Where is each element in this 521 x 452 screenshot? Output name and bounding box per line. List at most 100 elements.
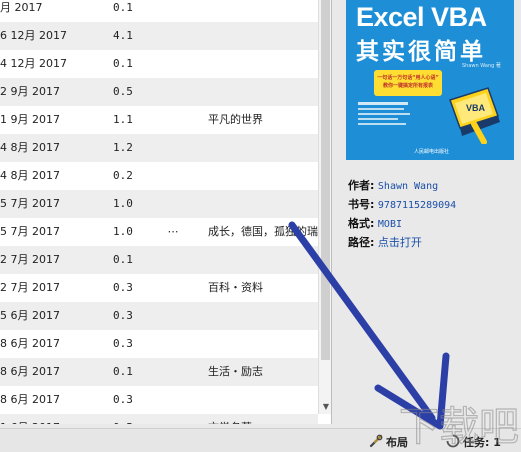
table-row[interactable]: 5 7月 2017 1.0 ⋯ 成长，德国，孤独的瑞	[0, 218, 318, 246]
row-tag: 成长，德国，孤独的瑞	[208, 225, 318, 238]
cover-publisher: 人民邮电出版社	[414, 149, 450, 155]
row-more	[163, 358, 183, 386]
row-date: 8 6月 2017	[0, 337, 60, 350]
row-more	[163, 190, 183, 218]
row-tag	[208, 246, 318, 274]
table-row[interactable]: 8 6月 2017 0.3	[0, 330, 318, 358]
table-row[interactable]: 2 7月 2017 0.1	[0, 246, 318, 274]
scrollbar-thumb[interactable]	[321, 0, 330, 360]
row-date: 1 6月 2017	[0, 414, 110, 424]
row-tag: 文学名著	[208, 414, 318, 424]
row-date: 6 12月 2017	[0, 29, 67, 42]
cover-subtitle: 其实很简单	[356, 39, 486, 65]
row-version: 0.1	[113, 57, 133, 70]
row-tag	[208, 190, 318, 218]
row-version: 0.1	[113, 365, 133, 378]
row-date: 5 7月 2017	[0, 225, 60, 238]
cover-author: Shawn Wang 著	[462, 63, 501, 69]
wrench-icon	[369, 434, 383, 448]
book-metadata: 作者: Shawn Wang 书号: 9787115289094 格式: MOB…	[348, 176, 518, 252]
row-tag	[208, 386, 318, 414]
row-date: 8 6月 2017	[0, 365, 60, 378]
cover-bullet-list	[358, 102, 420, 142]
row-version: 4.1	[113, 29, 133, 42]
row-more	[163, 246, 183, 274]
laptop-illustration-icon: VBA	[449, 87, 500, 144]
row-date: 2 7月 2017	[0, 253, 60, 266]
meta-isbn-row: 书号: 9787115289094	[348, 195, 518, 214]
row-more	[163, 50, 183, 78]
meta-path-row: 路径: 点击打开	[348, 233, 518, 252]
row-tag	[208, 50, 318, 78]
meta-author-value: Shawn Wang	[377, 181, 439, 192]
meta-format-label: 格式:	[348, 217, 375, 230]
status-bar: 布局 任务: 1	[0, 428, 521, 452]
scroll-down-arrow-icon[interactable]: ▼	[321, 402, 331, 412]
row-tag	[208, 0, 318, 22]
row-tag	[208, 134, 318, 162]
row-more	[163, 162, 183, 190]
cover-banner-line-1: 一句话一万句话“用人心语”	[377, 75, 439, 81]
row-version: 0.3	[113, 281, 133, 294]
meta-author-row: 作者: Shawn Wang	[348, 176, 518, 195]
spinner-icon	[446, 434, 460, 448]
row-tag: 平凡的世界	[208, 113, 263, 126]
row-more	[163, 78, 183, 106]
vertical-scrollbar[interactable]: ▼	[318, 0, 331, 414]
tasks-indicator[interactable]: 任务: 1	[446, 434, 501, 450]
cover-banner-line-2: 教你一键搞定所有报表	[382, 83, 433, 89]
row-version: 0.1	[113, 1, 133, 14]
table-row[interactable]: 5 7月 2017 1.0	[0, 190, 318, 218]
row-version: 0.5	[113, 85, 133, 98]
row-date: 月 2017	[0, 1, 43, 14]
row-version: 0.2	[113, 169, 133, 182]
table-row[interactable]: 8 6月 2017 0.3	[0, 386, 318, 414]
row-tag	[208, 22, 318, 50]
table-row[interactable]: 2 7月 2017 0.3 百科・资料	[0, 274, 318, 302]
row-date: 5 7月 2017	[0, 197, 60, 210]
meta-isbn-label: 书号:	[348, 198, 375, 211]
row-date: 8 6月 2017	[0, 393, 60, 406]
row-more	[163, 302, 183, 330]
row-more	[163, 134, 183, 162]
cover-title: Excel VBA	[356, 2, 487, 32]
open-path-link[interactable]: 点击打开	[378, 236, 422, 249]
row-tag	[208, 330, 318, 358]
cover-badge: VBA	[466, 103, 486, 113]
tasks-label: 任务:	[463, 436, 490, 449]
row-more	[163, 414, 183, 424]
table-row[interactable]: 4 8月 2017 0.2	[0, 162, 318, 190]
row-more	[163, 106, 183, 134]
meta-isbn-value: 9787115289094	[377, 200, 457, 211]
row-more	[163, 274, 183, 302]
row-more	[163, 22, 183, 50]
row-date: 1 9月 2017	[0, 113, 60, 126]
table-row[interactable]: 4 12月 2017 0.1	[0, 50, 318, 78]
row-tag	[208, 302, 318, 330]
row-version: 1.0	[113, 225, 133, 238]
table-row[interactable]: 6 12月 2017 4.1	[0, 22, 318, 50]
table-row[interactable]: 1 6月 20170.5 文学名著	[0, 414, 318, 424]
table-row[interactable]: 2 9月 2017 0.5	[0, 78, 318, 106]
table-row[interactable]: 8 6月 2017 0.1 生活・励志	[0, 358, 318, 386]
row-more	[163, 330, 183, 358]
table-row[interactable]: 1 9月 2017 1.1 平凡的世界	[0, 106, 318, 134]
row-date: 4 12月 2017	[0, 57, 67, 70]
row-date: 4 8月 2017	[0, 141, 60, 154]
layout-label: 布局	[386, 436, 408, 449]
meta-format-row: 格式: MOBI	[348, 214, 518, 233]
table-row[interactable]: 月 2017 0.1	[0, 0, 318, 22]
row-version: 1.1	[113, 113, 133, 126]
row-more	[163, 0, 183, 22]
row-version: 0.1	[113, 253, 133, 266]
table-row[interactable]: 4 8月 2017 1.2	[0, 134, 318, 162]
cover-banner: 一句话一万句话“用人心语” 教你一键搞定所有报表	[374, 70, 442, 96]
meta-path-label: 路径:	[348, 236, 375, 249]
row-version: 1.2	[113, 141, 133, 154]
book-list-table[interactable]: 月 2017 0.1 6 12月 2017 4.1 4 12月 2017 0.1 2 9月 …	[0, 0, 332, 424]
row-date: 4 8月 2017	[0, 169, 60, 182]
table-row[interactable]: 5 6月 2017 0.3	[0, 302, 318, 330]
row-date: 2 7月 2017	[0, 281, 60, 294]
layout-button[interactable]: 布局	[369, 434, 408, 450]
row-tag: 百科・资料	[208, 281, 263, 294]
